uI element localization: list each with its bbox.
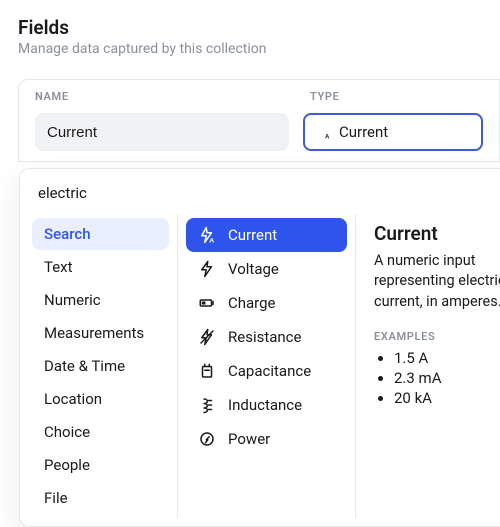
list-item: 1.5 A: [394, 349, 500, 367]
category-numeric[interactable]: Numeric: [32, 284, 169, 316]
page-subtitle: Manage data captured by this collection: [18, 41, 500, 57]
type-label: Capacitance: [228, 362, 311, 380]
category-file[interactable]: File: [32, 482, 169, 514]
category-list: Search Text Numeric Measurements Date & …: [20, 214, 178, 518]
category-search[interactable]: Search: [32, 218, 169, 250]
type-power[interactable]: Power: [186, 422, 347, 456]
search-input[interactable]: electric: [38, 184, 87, 202]
detail-description: A numeric input representing electric cu…: [374, 251, 500, 312]
current-icon: A: [315, 124, 331, 140]
field-type-label: Current: [339, 123, 388, 141]
capacitor-icon: [198, 362, 216, 380]
resistance-icon: [198, 328, 216, 346]
bolt-icon: [198, 260, 216, 278]
current-icon: A: [198, 226, 216, 244]
category-choice[interactable]: Choice: [32, 416, 169, 448]
type-label: Resistance: [228, 328, 301, 346]
battery-icon: [198, 294, 216, 312]
type-label: Charge: [228, 294, 276, 312]
type-resistance[interactable]: Resistance: [186, 320, 347, 354]
list-item: 2.3 mA: [394, 369, 500, 387]
svg-text:A: A: [325, 135, 330, 140]
examples-heading: EXAMPLES: [374, 330, 500, 343]
type-label: Power: [228, 430, 270, 448]
type-label: Inductance: [228, 396, 302, 414]
type-capacitance[interactable]: Capacitance: [186, 354, 347, 388]
list-item: 20 kA: [394, 389, 500, 407]
svg-text:A: A: [209, 238, 214, 245]
category-people[interactable]: People: [32, 449, 169, 481]
column-header-name: NAME: [35, 90, 310, 103]
fields-table: NAME TYPE A Current electric Search Text…: [18, 79, 500, 162]
type-inductance[interactable]: Inductance: [186, 388, 347, 422]
type-voltage[interactable]: Voltage: [186, 252, 347, 286]
power-icon: [198, 430, 216, 448]
type-charge[interactable]: Charge: [186, 286, 347, 320]
category-measurements[interactable]: Measurements: [32, 317, 169, 349]
category-location[interactable]: Location: [32, 383, 169, 415]
detail-title: Current: [374, 222, 500, 245]
type-current[interactable]: A Current: [186, 218, 347, 252]
category-text[interactable]: Text: [32, 251, 169, 283]
type-picker-dropdown: electric Search Text Numeric Measurement…: [19, 168, 500, 527]
table-row: A Current: [19, 111, 499, 161]
examples-list: 1.5 A 2.3 mA 20 kA: [374, 349, 500, 407]
column-header-type: TYPE: [310, 90, 483, 103]
type-label: Current: [228, 226, 277, 244]
type-list: A Current Voltage Charge: [178, 214, 356, 518]
inductor-icon: [198, 396, 216, 414]
field-type-select[interactable]: A Current: [303, 113, 483, 151]
type-detail-panel: Current A numeric input representing ele…: [356, 214, 500, 518]
field-name-input[interactable]: [35, 113, 289, 151]
page-title: Fields: [18, 16, 500, 39]
category-datetime[interactable]: Date & Time: [32, 350, 169, 382]
type-label: Voltage: [228, 260, 279, 278]
